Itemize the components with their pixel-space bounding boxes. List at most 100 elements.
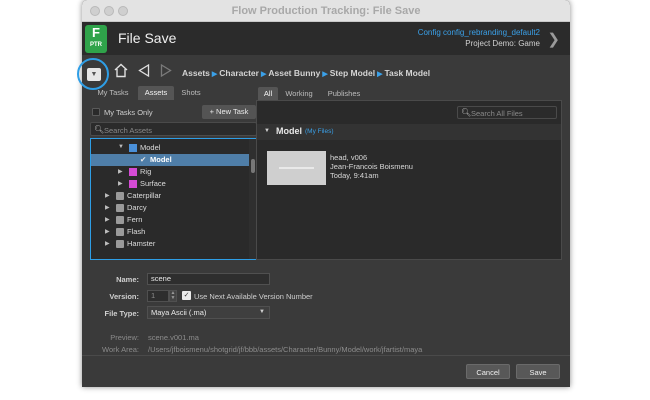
tree-row-asset[interactable]: ▶ Caterpillar [91, 190, 249, 202]
section-tag: (My Files) [305, 128, 334, 135]
chevron-down-icon: ▼ [259, 309, 265, 315]
breadcrumb-item[interactable]: Task Model [384, 68, 430, 78]
window-title: Flow Production Tracking: File Save [231, 5, 421, 17]
filetype-select[interactable]: Maya Ascii (.ma) ▼ [147, 306, 270, 319]
step-color-swatch [129, 144, 137, 152]
tab-all[interactable]: All [258, 87, 278, 100]
breadcrumb-item[interactable]: Assets [182, 68, 210, 78]
tree-row-surface-step[interactable]: ▶ Surface [91, 178, 249, 190]
section-header[interactable]: ▼ Model (My Files) [257, 124, 561, 140]
tree-label: Flash [127, 227, 146, 236]
expand-down-icon[interactable]: ▼ [118, 144, 124, 150]
tree-label: Rig [140, 167, 152, 176]
context-info: Config config_rebranding_default2 Projec… [418, 27, 540, 49]
filetype-label: File Type: [104, 309, 139, 318]
app-title: File Save [118, 30, 177, 46]
tab-working[interactable]: Working [281, 87, 317, 100]
chevron-right-icon[interactable]: ❯ [547, 30, 560, 48]
tab-assets[interactable]: Assets [138, 86, 174, 100]
version-stepper[interactable]: ▲ ▼ [169, 290, 177, 302]
file-thumbnail [267, 151, 326, 185]
tree-row-asset[interactable]: ▶ Flash [91, 226, 249, 238]
entity-panel: My Tasks Assets Shots My Tasks Only + Ne… [90, 86, 257, 260]
new-task-button[interactable]: + New Task [202, 105, 256, 119]
breadcrumb-item[interactable]: Step Model [330, 68, 375, 78]
asset-icon [116, 216, 124, 224]
expand-right-icon[interactable]: ▶ [118, 180, 123, 187]
asset-search-input[interactable]: 🔍︎ Search Assets [90, 122, 257, 136]
home-icon[interactable] [113, 63, 129, 78]
asset-tree: ▼ Model ✔ Model ▶ Rig ▶ Surface ▶ Caterp… [90, 138, 257, 260]
expand-right-icon[interactable]: ▶ [105, 204, 110, 211]
tree-label: Model [140, 143, 161, 152]
version-label: Version: [109, 292, 139, 301]
tree-label: Fern [127, 215, 143, 224]
tree-row-asset[interactable]: ▶ Fern [91, 214, 249, 226]
collapse-down-icon[interactable]: ▼ [264, 128, 270, 134]
save-form: Name: scene Version: 1 ▲ ▼ ✓ Use Next Ava… [82, 263, 570, 355]
name-label: Name: [116, 275, 139, 284]
file-user: Jean-Francois Boismenu [330, 162, 413, 171]
breadcrumb-separator-icon: ▶ [322, 71, 328, 78]
config-label[interactable]: Config config_rebranding_default2 [418, 27, 540, 38]
breadcrumb: Assets ▶ Character ▶ Asset Bunny ▶ Step Model ▶… [182, 68, 430, 78]
filter-row: My Tasks Only + New Task [90, 104, 257, 120]
tab-publishes[interactable]: Publishes [320, 87, 368, 100]
expand-right-icon[interactable]: ▶ [105, 216, 110, 223]
file-save-window: Flow Production Tracking: File Save F PT… [82, 0, 570, 387]
tree-row-model-task[interactable]: ✔ Model [91, 154, 249, 166]
name-input[interactable]: scene [147, 273, 270, 285]
step-color-swatch [129, 180, 137, 188]
expand-right-icon[interactable]: ▶ [118, 168, 123, 175]
check-icon: ✔ [140, 155, 147, 164]
filetype-value: Maya Ascii (.ma) [151, 308, 207, 317]
save-button[interactable]: Save [516, 364, 560, 379]
preview-value: scene.v001.ma [148, 333, 199, 342]
logo-letter: F [92, 25, 100, 40]
my-tasks-only-checkbox[interactable] [92, 108, 100, 116]
tree-label: Hamster [127, 239, 156, 248]
menu-dropdown-button[interactable]: ▼ [87, 68, 101, 81]
breadcrumb-separator-icon: ▶ [211, 71, 218, 78]
tab-shots[interactable]: Shots [176, 86, 206, 100]
asset-icon [116, 228, 124, 236]
forward-arrow-icon[interactable] [160, 64, 172, 77]
breadcrumb-item[interactable]: Asset Bunny [268, 68, 320, 78]
file-time: Today, 9:41am [330, 171, 379, 180]
asset-icon [116, 204, 124, 212]
expand-right-icon[interactable]: ▶ [105, 228, 110, 235]
expand-right-icon[interactable]: ▶ [105, 240, 110, 247]
tree-label: Model [150, 155, 172, 164]
search-icon: 🔍︎ [461, 108, 472, 117]
preview-label: Preview: [110, 333, 139, 342]
tree-row-rig-step[interactable]: ▶ Rig [91, 166, 249, 178]
tree-row-model-step[interactable]: ▼ Model [91, 142, 249, 154]
search-icon: 🔍︎ [94, 125, 105, 134]
scrollbar-thumb[interactable] [251, 159, 255, 173]
navigation-bar: Assets ▶ Character ▶ Asset Bunny ▶ Step Model ▶… [82, 55, 570, 86]
version-input[interactable]: 1 [147, 290, 169, 302]
tree-row-asset[interactable]: ▶ Hamster [91, 238, 249, 250]
ptr-logo: F PTR [85, 25, 107, 53]
expand-right-icon[interactable]: ▶ [105, 192, 110, 199]
caret-down-icon: ▼ [90, 71, 98, 78]
app-header: F PTR File Save Config config_rebranding… [82, 22, 570, 55]
file-name: head, v006 [330, 153, 368, 162]
breadcrumb-item[interactable]: Character [219, 68, 259, 78]
tree-label: Darcy [127, 203, 147, 212]
file-item[interactable]: head, v006 Jean-Francois Boismenu Today,… [267, 151, 447, 191]
cancel-button[interactable]: Cancel [466, 364, 510, 379]
tree-label: Surface [140, 179, 166, 188]
my-tasks-only-label: My Tasks Only [104, 108, 153, 117]
breadcrumb-separator-icon: ▶ [260, 71, 267, 78]
back-arrow-icon[interactable] [138, 64, 150, 77]
logo-sub: PTR [90, 42, 102, 48]
file-search-input[interactable]: 🔍︎ Search All Files [457, 106, 557, 119]
use-next-version-label: Use Next Available Version Number [194, 292, 313, 301]
workarea-value: /Users/jfboismenu/shotgrid/jf/bbb/assets… [148, 345, 423, 354]
workarea-label: Work Area: [102, 345, 139, 354]
button-bar: Cancel Save [82, 355, 570, 387]
step-color-swatch [129, 168, 137, 176]
use-next-version-checkbox[interactable]: ✓ [182, 291, 191, 300]
tree-row-asset[interactable]: ▶ Darcy [91, 202, 249, 214]
